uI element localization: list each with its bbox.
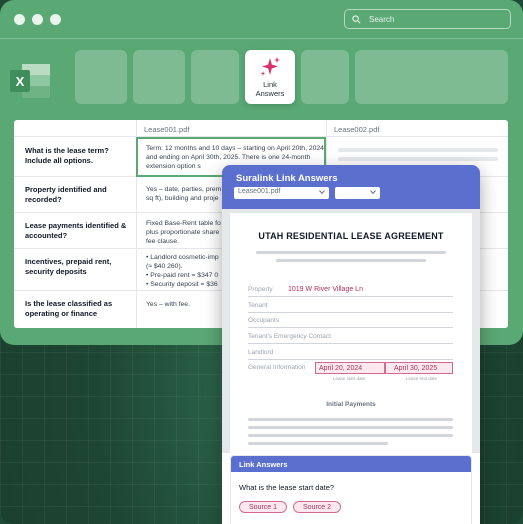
ribbon: X Link Answers <box>0 50 523 106</box>
row-question: Lease payments identified & accounted? <box>25 221 127 240</box>
row-question: Incentives, prepaid rent, security depos… <box>25 257 112 276</box>
field-line <box>248 359 453 360</box>
placeholder-bar <box>338 148 498 152</box>
lease-start-highlight[interactable]: April 20, 2024 <box>315 362 385 374</box>
text-line <box>248 426 453 429</box>
lease-end-caption: Lease end date <box>406 376 438 381</box>
column-header-lease001[interactable]: Lease001.pdf <box>136 120 326 137</box>
suralink-panel: Suralink Link Answers Lease001.pdf UTAH … <box>222 165 480 524</box>
search-placeholder: Search <box>369 14 395 24</box>
ribbon-tile-3[interactable] <box>191 50 239 104</box>
field-line <box>248 312 453 313</box>
row-question: What is the lease term? Include all opti… <box>25 146 109 165</box>
ribbon-tile-2[interactable] <box>133 50 185 104</box>
chevron-down-icon <box>319 190 325 195</box>
lease-end-highlight[interactable]: April 30, 2025 <box>385 362 453 374</box>
field-label-occupants: Occupants <box>248 317 280 324</box>
section-heading: Initial Payments <box>326 401 376 408</box>
ribbon-tile-1[interactable] <box>75 50 127 104</box>
field-label-general-information: General Information <box>248 364 306 371</box>
ribbon-tile-5[interactable] <box>301 50 349 104</box>
field-label-emergency-contact: Tenant's Emergency Contact <box>248 333 331 340</box>
row-question: Is the lease classified as operating or … <box>25 299 113 318</box>
window-dot-maximize[interactable] <box>50 14 61 25</box>
text-line <box>248 442 388 445</box>
field-line <box>248 343 453 344</box>
search-icon <box>352 14 361 23</box>
window-controls <box>14 14 61 25</box>
link-answers-label: Link Answers <box>255 80 285 98</box>
row-answer: Term: 12 months and 10 days – starting o… <box>146 145 324 170</box>
title-divider <box>0 38 523 39</box>
field-label-landlord: Landlord <box>248 349 274 356</box>
source-1-button[interactable]: Source 1 <box>239 501 287 513</box>
lease-start-caption: Lease start date <box>333 376 366 381</box>
property-value[interactable]: 1019 W River Village Ln <box>288 286 363 293</box>
link-answers-header: Link Answers <box>231 456 471 472</box>
text-line <box>276 259 426 262</box>
column-header-lease002[interactable]: Lease002.pdf <box>326 120 508 137</box>
text-line <box>256 251 446 254</box>
source-2-button[interactable]: Source 2 <box>293 501 341 513</box>
file-select-value: Lease001.pdf <box>238 188 281 195</box>
answer-question: What is the lease start date? <box>239 483 335 492</box>
chevron-down-icon <box>370 190 376 195</box>
text-line <box>248 434 453 437</box>
document-viewer: UTAH RESIDENTIAL LEASE AGREEMENT Propert… <box>222 209 480 453</box>
window-dot-minimize[interactable] <box>32 14 43 25</box>
ribbon-tile-6[interactable] <box>355 50 508 104</box>
secondary-select[interactable] <box>335 187 380 199</box>
document-title: UTAH RESIDENTIAL LEASE AGREEMENT <box>258 231 444 241</box>
field-label-property: Property <box>248 286 273 293</box>
search-input[interactable]: Search <box>344 9 511 29</box>
header-cell-blank <box>14 120 136 137</box>
field-label-tenant: Tenant <box>248 302 268 309</box>
sparkle-icon <box>260 57 280 76</box>
file-select[interactable]: Lease001.pdf <box>234 187 329 199</box>
row-question: Property identified and recorded? <box>25 185 107 204</box>
field-line <box>248 296 453 297</box>
window-dot-close[interactable] <box>14 14 25 25</box>
excel-icon: X <box>10 64 50 98</box>
link-answers-card: Link Answers What is the lease start dat… <box>230 455 472 524</box>
text-line <box>248 418 453 421</box>
svg-text:X: X <box>16 74 25 89</box>
field-line <box>248 327 453 328</box>
link-answers-button[interactable]: Link Answers <box>245 50 295 104</box>
document-page: UTAH RESIDENTIAL LEASE AGREEMENT Propert… <box>230 213 472 453</box>
placeholder-bar <box>338 157 498 161</box>
